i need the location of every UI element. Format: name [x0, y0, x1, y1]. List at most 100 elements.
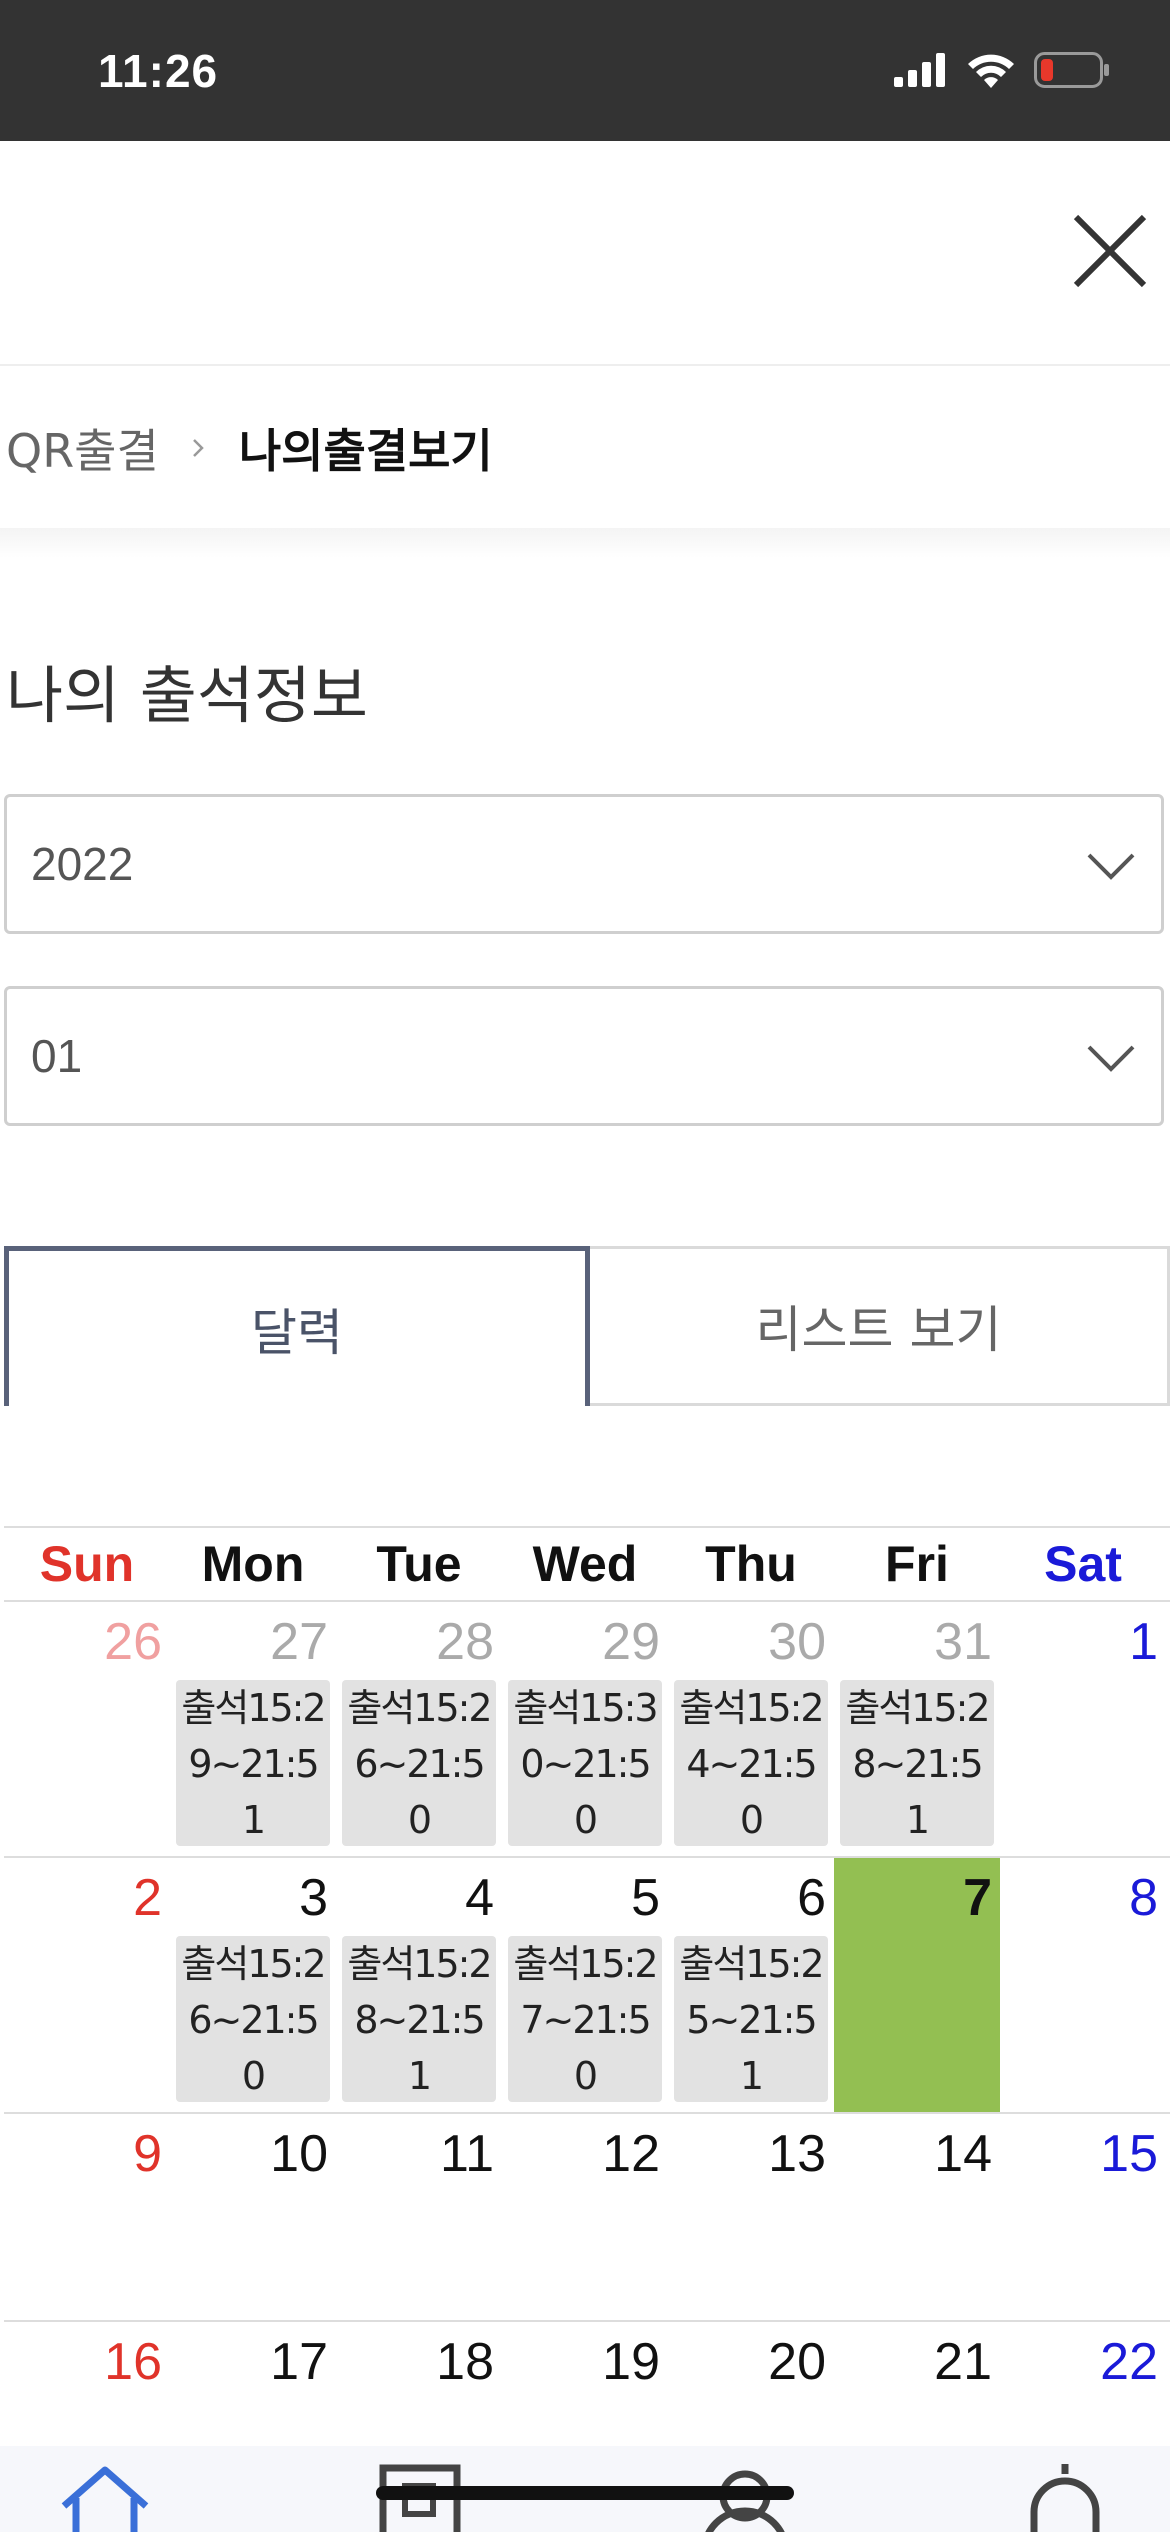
attendance-entry[interactable]: 출석15:26~21:50	[176, 1936, 330, 2102]
breadcrumb: QR출결 나의출결보기	[0, 368, 1170, 528]
status-bar: 11:26	[0, 0, 1170, 141]
calendar-day[interactable]: 15	[1000, 2114, 1166, 2320]
breadcrumb-current: 나의출결보기	[238, 424, 493, 478]
day-number: 12	[602, 2125, 660, 2183]
calendar-day[interactable]: 8	[1000, 1858, 1166, 2112]
calendar-day[interactable]: 21	[834, 2322, 1000, 2442]
day-number: 3	[299, 1869, 328, 1927]
day-number: 19	[602, 2333, 660, 2391]
day-number: 13	[768, 2125, 826, 2183]
calendar-day[interactable]: 11	[336, 2114, 502, 2320]
attendance-entry[interactable]: 출석15:25~21:51	[674, 1936, 828, 2102]
home-icon[interactable]	[50, 2462, 160, 2532]
attendance-calendar: Sun Mon Tue Wed Thu Fri Sat 26 27 출석15:2…	[4, 1526, 1170, 2442]
day-number: 10	[270, 2125, 328, 2183]
weekday-label: Sun	[39, 1536, 135, 1592]
calendar-day[interactable]: 12	[502, 2114, 668, 2320]
calendar-day[interactable]: 16	[4, 2322, 170, 2442]
calendar-day[interactable]: 20	[668, 2322, 834, 2442]
calendar-day[interactable]: 29 출석15:30~21:50	[502, 1602, 668, 1856]
calendar-day[interactable]: 18	[336, 2322, 502, 2442]
day-number: 20	[768, 2333, 826, 2391]
chevron-down-icon	[1087, 853, 1135, 880]
cellular-icon	[894, 53, 945, 87]
calendar-day[interactable]: 31 출석15:28~21:51	[834, 1602, 1000, 1856]
day-number: 27	[270, 1613, 328, 1671]
calendar-week: 26 27 출석15:29~21:51 28 출석15:26~21:50 29 …	[4, 1602, 1170, 1858]
wifi-icon	[968, 54, 1014, 88]
close-icon[interactable]	[1060, 201, 1160, 301]
weekday-label: Sat	[1044, 1536, 1122, 1592]
calendar-day[interactable]: 9	[4, 2114, 170, 2320]
calendar-day[interactable]: 14	[834, 2114, 1000, 2320]
calendar-day[interactable]: 26	[4, 1602, 170, 1856]
chevron-right-icon	[192, 439, 204, 457]
page-title: 나의 출석정보	[6, 659, 368, 732]
home-indicator	[376, 2486, 794, 2500]
tab-list-label: 리스트 보기	[755, 1301, 1002, 1359]
calendar-day-today[interactable]: 7	[834, 1858, 1000, 2112]
calendar-day[interactable]: 17	[170, 2322, 336, 2442]
day-number: 21	[934, 2333, 992, 2391]
calendar-week: 16 17 18 19 20 21 22	[4, 2322, 1170, 2442]
status-time: 11:26	[98, 45, 219, 97]
day-number: 1	[1129, 1613, 1158, 1671]
calendar-day[interactable]: 27 출석15:29~21:51	[170, 1602, 336, 1856]
battery-icon	[1034, 52, 1109, 88]
calendar-day[interactable]: 4 출석15:28~21:51	[336, 1858, 502, 2112]
day-number: 15	[1100, 2125, 1158, 2183]
status-icons	[894, 52, 1110, 88]
day-number: 2	[133, 1869, 162, 1927]
tab-calendar-label: 달력	[251, 1303, 343, 1362]
calendar-day[interactable]: 3 출석15:26~21:50	[170, 1858, 336, 2112]
year-select[interactable]: 2022	[4, 794, 1164, 934]
attendance-entry[interactable]: 출석15:26~21:50	[342, 1680, 496, 1846]
calendar-day[interactable]: 22	[1000, 2322, 1166, 2442]
year-select-value: 2022	[31, 838, 134, 890]
calendar-day[interactable]: 6 출석15:25~21:51	[668, 1858, 834, 2112]
calendar-week: 2 3 출석15:26~21:50 4 출석15:28~21:51 5 출석15…	[4, 1858, 1170, 2114]
breadcrumb-parent[interactable]: QR출결	[6, 415, 159, 481]
day-number: 29	[602, 1613, 660, 1671]
month-select[interactable]: 01	[4, 986, 1164, 1126]
view-tabs: 달력 리스트 보기	[4, 1246, 1170, 1406]
calendar-day[interactable]: 19	[502, 2322, 668, 2442]
calendar-day[interactable]: 13	[668, 2114, 834, 2320]
day-number: 18	[436, 2333, 494, 2391]
calendar-day[interactable]: 28 출석15:26~21:50	[336, 1602, 502, 1856]
day-number: 26	[104, 1613, 162, 1671]
day-number: 30	[768, 1613, 826, 1671]
weekday-label: Tue	[376, 1536, 462, 1592]
day-number: 16	[104, 2333, 162, 2391]
tab-list[interactable]: 리스트 보기	[590, 1246, 1170, 1406]
weekday-label: Fri	[885, 1536, 949, 1592]
weekday-label: Thu	[705, 1536, 797, 1592]
attendance-entry[interactable]: 출석15:28~21:51	[342, 1936, 496, 2102]
bell-icon[interactable]	[1010, 2462, 1120, 2532]
tab-calendar[interactable]: 달력	[4, 1246, 590, 1406]
calendar-day[interactable]: 10	[170, 2114, 336, 2320]
attendance-entry[interactable]: 출석15:29~21:51	[176, 1680, 330, 1846]
day-number: 17	[270, 2333, 328, 2391]
day-number: 4	[465, 1869, 494, 1927]
day-number: 28	[436, 1613, 494, 1671]
weekday-label: Mon	[201, 1536, 305, 1592]
day-number: 7	[963, 1869, 992, 1927]
day-number: 31	[934, 1613, 992, 1671]
chevron-down-icon	[1087, 1045, 1135, 1072]
weekday-header: Sun Mon Tue Wed Thu Fri Sat	[4, 1526, 1170, 1602]
month-select-value: 01	[31, 1030, 83, 1082]
attendance-entry[interactable]: 출석15:27~21:50	[508, 1936, 662, 2102]
calendar-day[interactable]: 30 출석15:24~21:50	[668, 1602, 834, 1856]
calendar-week: 9 10 11 12 13 14 15	[4, 2114, 1170, 2322]
attendance-entry[interactable]: 출석15:24~21:50	[674, 1680, 828, 1846]
header	[0, 141, 1170, 366]
day-number: 14	[934, 2125, 992, 2183]
attendance-entry[interactable]: 출석15:30~21:50	[508, 1680, 662, 1846]
attendance-entry[interactable]: 출석15:28~21:51	[840, 1680, 994, 1846]
section-divider	[0, 528, 1170, 558]
day-number: 8	[1129, 1869, 1158, 1927]
calendar-day[interactable]: 1	[1000, 1602, 1166, 1856]
calendar-day[interactable]: 5 출석15:27~21:50	[502, 1858, 668, 2112]
calendar-day[interactable]: 2	[4, 1858, 170, 2112]
